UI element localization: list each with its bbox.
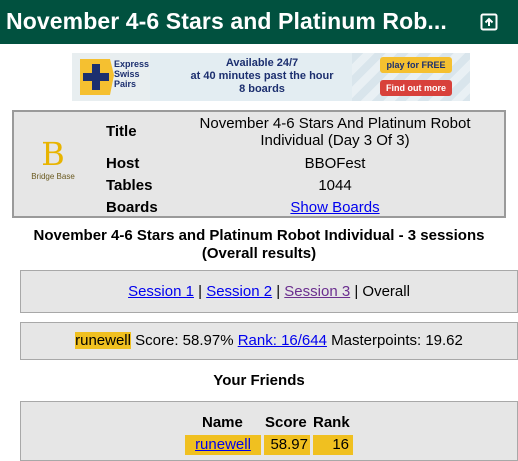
separator: |: [193, 283, 207, 300]
friend-name-cell: runewell: [185, 435, 261, 455]
tables-label: Tables: [106, 177, 153, 194]
session-3-link[interactable]: Session 3: [284, 283, 350, 300]
boards-label: Boards: [106, 199, 158, 216]
player-score-summary: runewell Score: 58.97% Rank: 16/644 Mast…: [20, 322, 518, 360]
session-nav: Session 1 | Session 2 | Session 3 | Over…: [20, 270, 518, 313]
results-heading-subline: (Overall results): [201, 245, 317, 262]
find-out-more-button[interactable]: Find out more: [380, 80, 452, 96]
banner-logo: Express Swiss Pairs: [72, 53, 150, 101]
title-value: November 4-6 Stars And Platinum Robot In…: [199, 115, 471, 149]
results-heading: November 4-6 Stars and Platinum Robot In…: [0, 227, 518, 263]
tournament-info: B Bridge Base Title November 4-6 Stars A…: [12, 110, 506, 218]
name-column-header: Name: [202, 414, 243, 431]
separator: |: [350, 283, 363, 300]
bridge-base-logo-text: Bridge Base: [31, 172, 75, 181]
overall-current: Overall: [362, 283, 410, 300]
banner-line: 8 boards: [239, 83, 285, 95]
swiss-cross-icon: [80, 59, 114, 95]
player-name: runewell: [75, 332, 131, 349]
friend-name-link[interactable]: runewell: [195, 436, 251, 453]
title-label: Title: [106, 123, 137, 140]
play-for-free-button[interactable]: play for FREE: [380, 57, 452, 73]
banner-logo-word: Pairs: [114, 79, 137, 89]
separator: |: [272, 283, 285, 300]
session-1-link[interactable]: Session 1: [128, 283, 194, 300]
friends-table: Name Score Rank runewell 58.97 16: [20, 401, 518, 461]
ad-banner[interactable]: Express Swiss Pairs Available 24/7 at 40…: [72, 53, 470, 101]
masterpoints-text: Masterpoints: 19.62: [326, 332, 463, 349]
rank-link[interactable]: Rank: 16/644: [238, 332, 327, 349]
banner-line: at 40 minutes past the hour: [190, 70, 334, 82]
open-in-new-icon[interactable]: [480, 13, 498, 31]
friend-score-cell: 58.97: [264, 435, 310, 455]
rank-column-header: Rank: [313, 414, 350, 431]
friend-rank-cell: 16: [313, 435, 353, 455]
show-boards-link[interactable]: Show Boards: [290, 199, 379, 216]
tables-value: 1044: [318, 177, 352, 194]
page-title: November 4-6 Stars and Platinum Rob...: [6, 8, 447, 34]
banner-line: Available 24/7: [225, 57, 299, 69]
banner-logo-word: Swiss: [114, 69, 140, 79]
score-text: Score: 58.97%: [130, 332, 238, 349]
session-2-link[interactable]: Session 2: [206, 283, 272, 300]
score-column-header: Score: [265, 414, 307, 431]
bridge-base-logo: B Bridge Base: [27, 136, 79, 181]
banner-logo-word: Express: [114, 59, 150, 69]
host-value: BBOFest: [304, 155, 366, 172]
friends-title: Your Friends: [213, 372, 305, 389]
results-heading-line: November 4-6 Stars and Platinum Robot In…: [33, 227, 485, 244]
title-bar: November 4-6 Stars and Platinum Rob...: [0, 0, 518, 44]
host-label: Host: [106, 155, 140, 172]
